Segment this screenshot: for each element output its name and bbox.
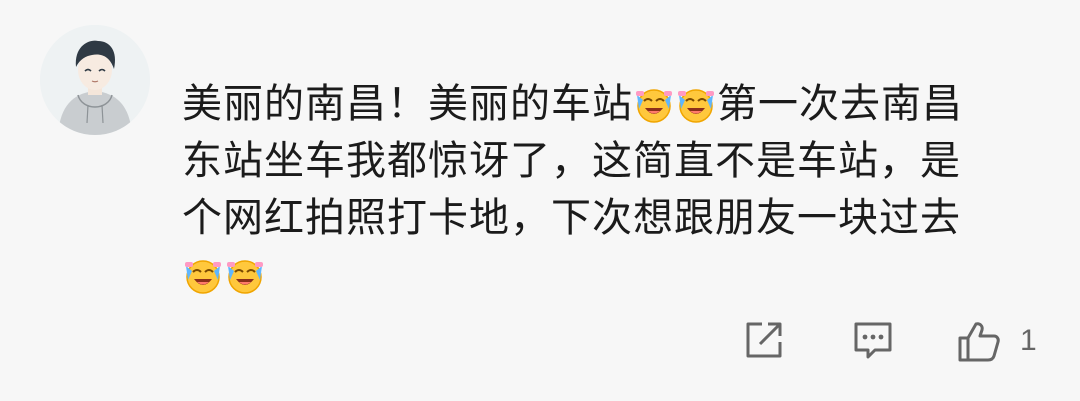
like-button[interactable]: 1 bbox=[956, 318, 1037, 364]
share-icon bbox=[746, 322, 782, 358]
crying-laughing-emoji-icon bbox=[634, 85, 674, 125]
comment-text: 美丽的南昌！美丽的车站 第一次去南昌 东站坐车我都惊讶了，这简直不是车站，是 个… bbox=[182, 76, 1022, 304]
like-count: 1 bbox=[1020, 324, 1037, 357]
reply-icon bbox=[854, 322, 892, 359]
user-avatar[interactable] bbox=[40, 25, 150, 135]
comment-line-3: 个网红拍照打卡地，下次想跟朋友一块过去 bbox=[182, 195, 961, 241]
comment-line-1a: 美丽的南昌！美丽的车站 bbox=[182, 81, 633, 127]
reply-button[interactable] bbox=[851, 318, 895, 362]
crying-laughing-emoji-icon bbox=[183, 256, 223, 296]
crying-laughing-emoji-icon bbox=[676, 85, 716, 125]
avatar-illustration bbox=[40, 25, 150, 135]
comment-line-1b: 第一次去南昌 bbox=[717, 81, 963, 127]
comment-line-2: 东站坐车我都惊讶了，这简直不是车站，是 bbox=[182, 138, 961, 184]
crying-laughing-emoji-icon bbox=[225, 256, 265, 296]
thumbs-up-icon bbox=[958, 322, 1000, 362]
comment-actions: 1 bbox=[0, 318, 1080, 374]
share-button[interactable] bbox=[742, 318, 786, 362]
